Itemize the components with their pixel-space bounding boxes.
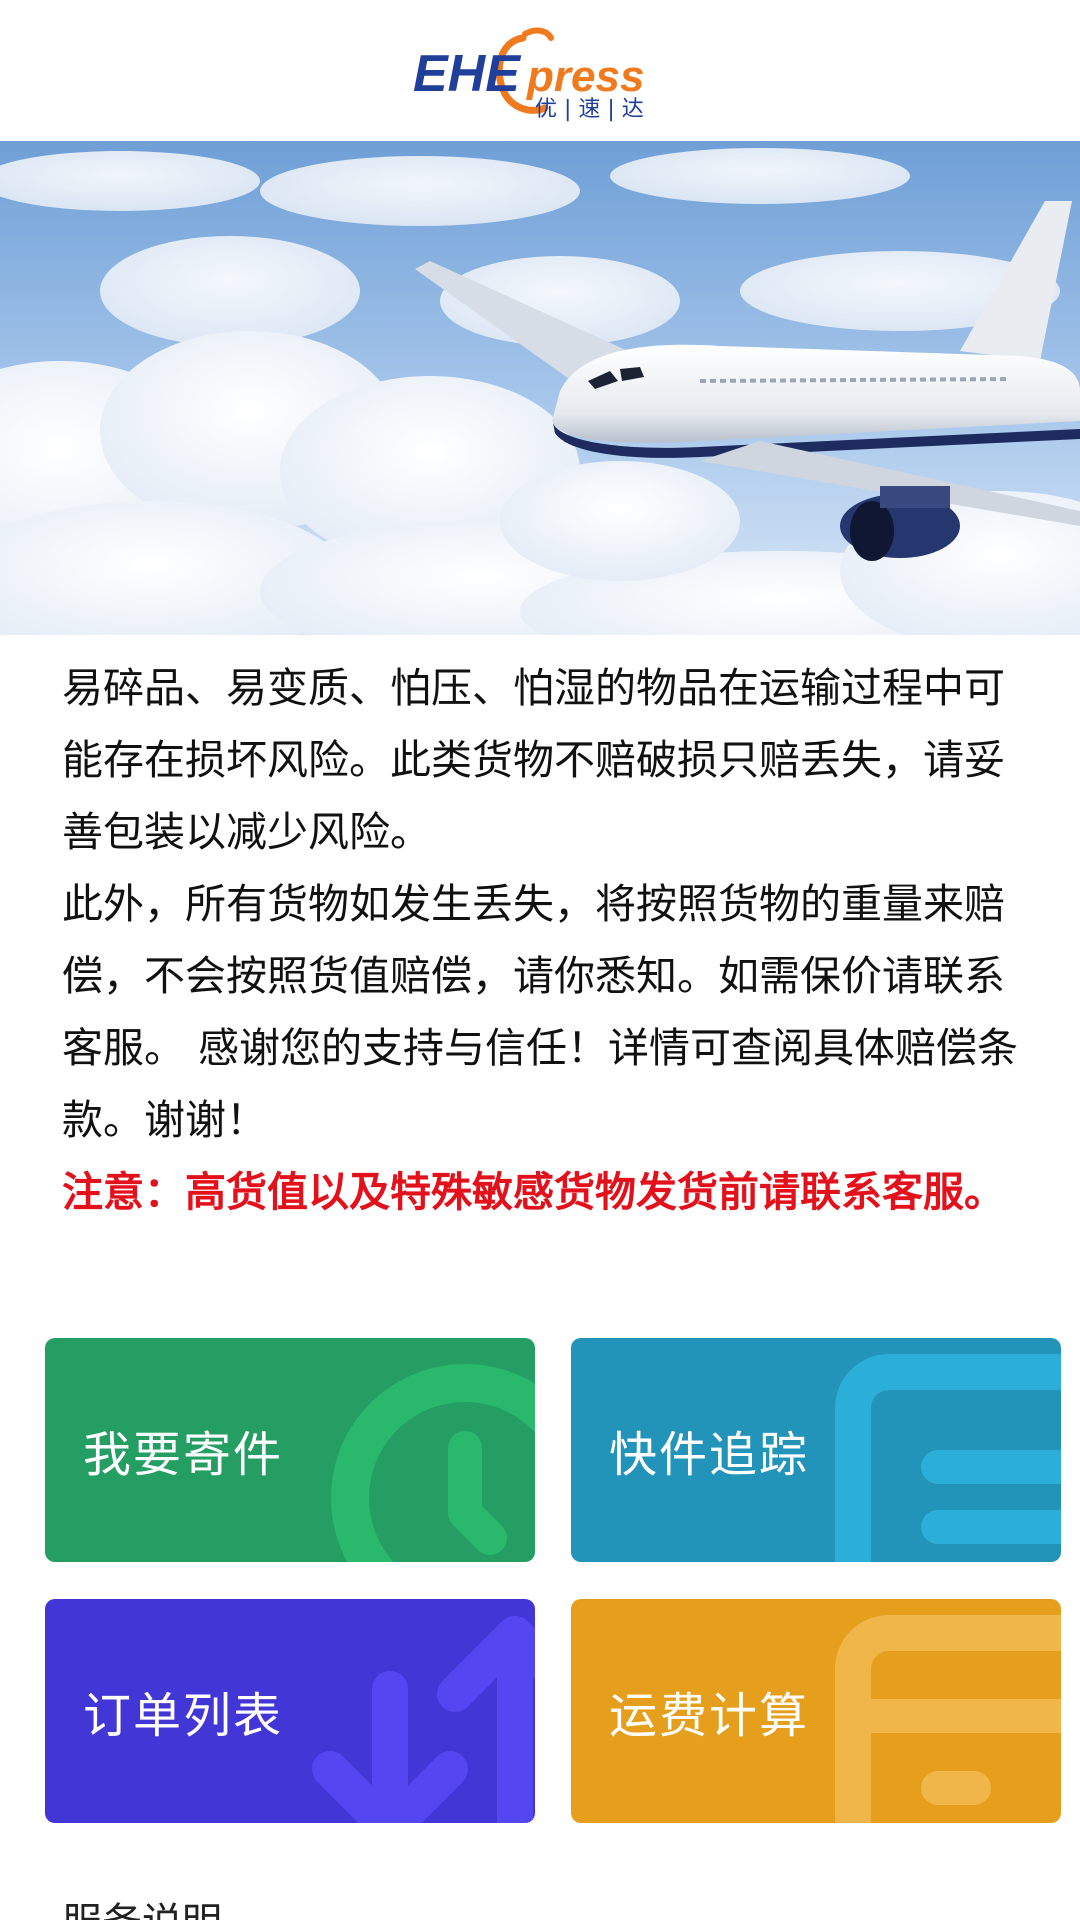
brand-logo-icon: EHE press 优 | 速 | 达	[413, 27, 644, 122]
header: EHE press 优 | 速 | 达	[0, 0, 1080, 141]
svg-text:EHE: EHE	[413, 45, 521, 103]
brand-logo[interactable]: EHE press 优 | 速 | 达	[405, 16, 675, 126]
order-list-button[interactable]: 订单列表	[45, 1599, 535, 1823]
app-page: EHE press 优 | 速 | 达 易碎品、易变质、怕压、怕湿的物品在运输过…	[0, 0, 1080, 1920]
track-package-label: 快件追踪	[609, 1427, 810, 1483]
track-package-button[interactable]: 快件追踪	[571, 1338, 1061, 1562]
shipping-calculator-label: 运费计算	[609, 1688, 810, 1744]
send-package-button[interactable]: 我要寄件	[45, 1338, 535, 1562]
hero-banner	[0, 141, 1080, 635]
notice-warning: 注意：高货值以及特殊敏感货物发货前请联系客服。	[62, 1168, 1005, 1216]
order-list-label: 订单列表	[83, 1688, 284, 1744]
shipping-calculator-button[interactable]: 运费计算	[571, 1599, 1061, 1823]
airplane-image	[0, 141, 1080, 635]
services-section-title: 服务说明	[62, 1890, 222, 1920]
svg-text:press: press	[526, 52, 644, 101]
svg-text:优 | 速 | 达: 优 | 速 | 达	[535, 97, 644, 122]
send-package-label: 我要寄件	[83, 1427, 284, 1483]
notice-paragraph-fragile: 易碎品、易变质、怕压、怕湿的物品在运输过程中可能存在损坏风险。此类货物不赔破损只…	[62, 664, 1005, 856]
compensation-notice: 易碎品、易变质、怕压、怕湿的物品在运输过程中可能存在损坏风险。此类货物不赔破损只…	[62, 652, 1022, 1228]
notice-paragraph-compensation: 此外，所有货物如发生丢失，将按照货物的重量来赔偿，不会按照货值赔偿，请你悉知。如…	[62, 880, 1019, 1144]
